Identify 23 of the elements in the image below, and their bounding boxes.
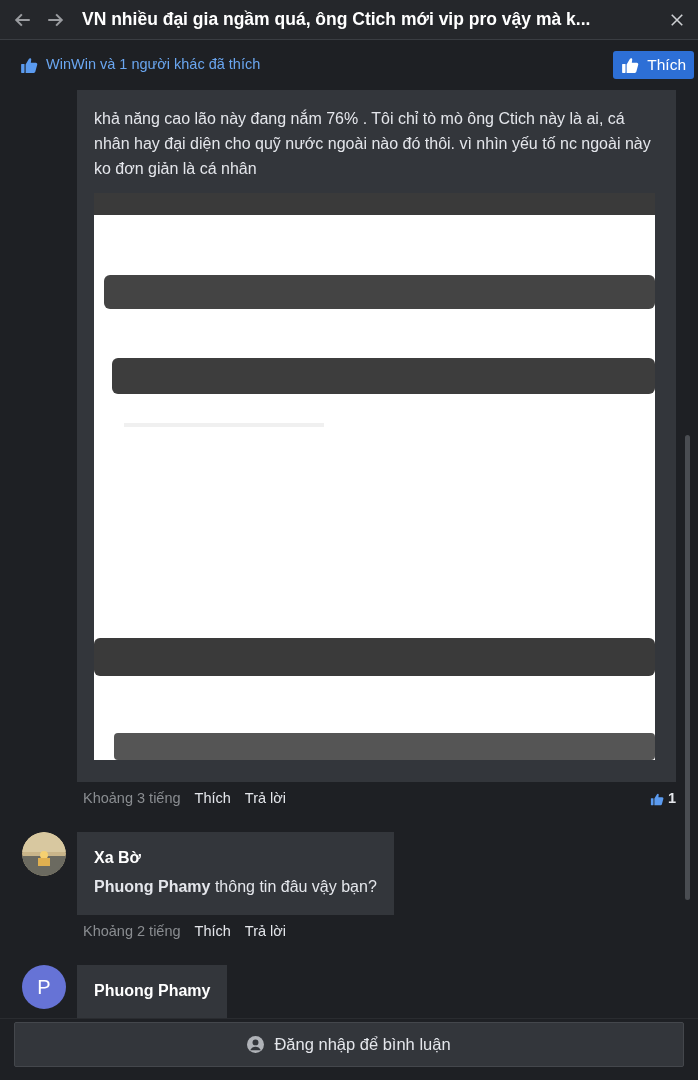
avatar[interactable]: P [22,965,66,1009]
comment-author[interactable]: Phuong Phamy [94,979,211,1003]
user-icon [247,1036,265,1053]
comment-action-link[interactable]: Trả lời [244,788,287,810]
avatar[interactable] [22,832,66,876]
login-to-comment-button[interactable]: Đăng nhập để bình luận [14,1022,684,1067]
comment-action-link[interactable]: Thích [194,788,231,810]
thumbs-up-icon [20,56,38,74]
comment-text: khả năng cao lão này đang nắm 76% . Tôi chỉ tò mò ông Ctich này là ai, cá nhân hay đại diện cho quỹ nước ngoài nào đó thôi. vì nhìn yếu tố nc ngoài này ko đơn giản là cá nhân [94,108,652,179]
comment-action-link[interactable]: Trả lời [244,921,287,943]
thumbs-up-icon [621,56,640,74]
like-button[interactable]: Thích [613,51,694,79]
scrollbar-thumb[interactable] [685,435,690,900]
comment-author[interactable]: Xa Bờ [94,846,377,870]
comment-action-link[interactable]: Thích [194,921,231,943]
likes-summary[interactable]: WinWin và 1 người khác đã thích [46,54,261,76]
comment-text: Phuong Phamy thông tin đâu vậy bạn? [94,877,377,897]
close-icon[interactable] [670,12,684,27]
window-title: VN nhiều đại gia ngầm quá, ông Ctich mới vip pro vậy mà k... [82,8,591,32]
like-count: 1 [667,789,676,809]
comment-time: Khoảng 3 tiếng [83,789,181,809]
thumbs-up-icon [649,792,664,806]
comment-time: Khoảng 2 tiếng [83,922,181,942]
